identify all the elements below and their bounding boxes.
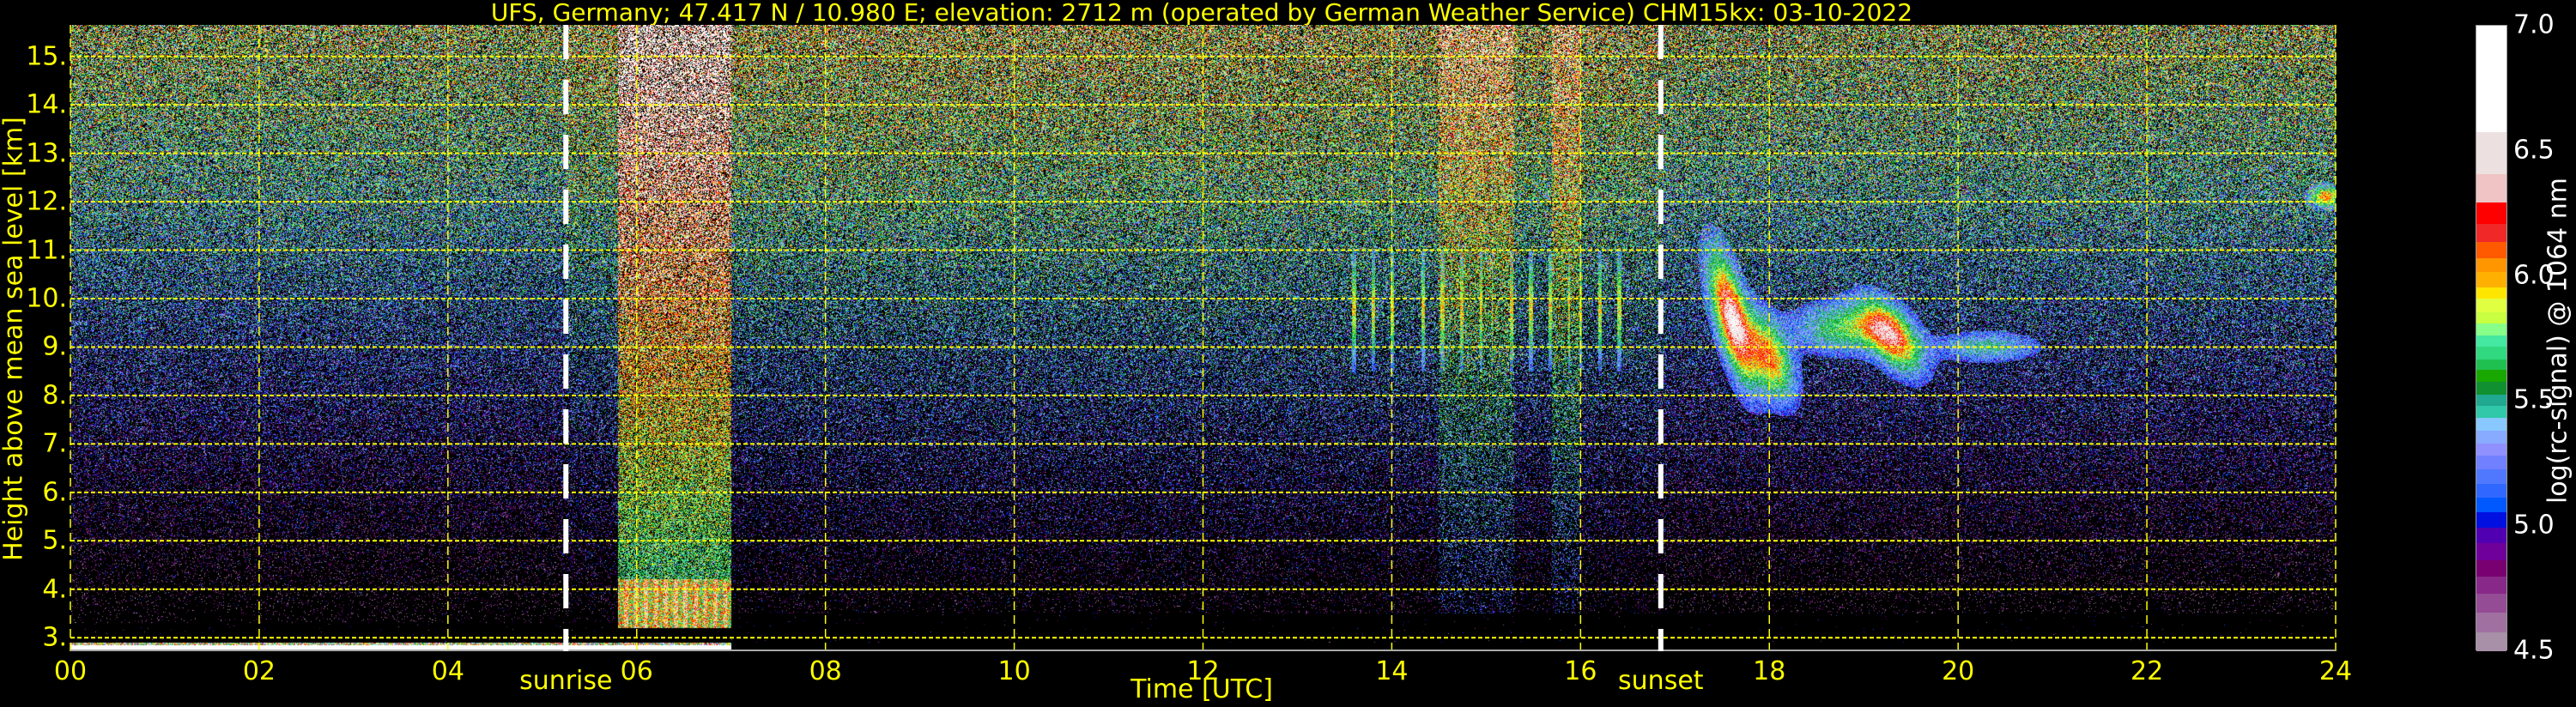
colorbar-segment — [2476, 417, 2506, 431]
colorbar-segment — [2476, 26, 2506, 132]
colorbar-segment — [2476, 346, 2506, 360]
y-tick-label: 14. — [26, 89, 67, 120]
colorbar-segment — [2476, 173, 2506, 203]
y-tick-label: 6. — [42, 477, 67, 508]
x-tick-label: 22 — [2130, 656, 2164, 686]
colorbar-segment — [2476, 369, 2506, 383]
y-tick-label: 15. — [26, 41, 67, 72]
x-tick-label: 10 — [997, 656, 1031, 686]
colorbar-segment — [2476, 430, 2506, 444]
x-tick-label: 04 — [431, 656, 464, 686]
y-tick-label: 4. — [42, 574, 67, 605]
colorbar-segment — [2476, 527, 2506, 543]
colorbar-segment — [2476, 241, 2506, 259]
x-tick-label: 06 — [620, 656, 653, 686]
colorbar-segment — [2476, 483, 2506, 499]
colorbar-segment — [2476, 335, 2506, 347]
colorbar-label: log(rc-signal) @ 1064 nm — [2543, 177, 2573, 505]
colorbar-tick-label: 7.0 — [2513, 9, 2555, 40]
x-tick-label: 20 — [1942, 656, 1975, 686]
colorbar-segment — [2476, 287, 2506, 299]
colorbar-tick-label: 4.5 — [2513, 635, 2555, 666]
y-tick-label: 7. — [42, 428, 67, 459]
plot-overlay — [70, 25, 2337, 651]
y-tick-label: 5. — [42, 525, 67, 556]
colorbar-segment — [2476, 443, 2506, 456]
x-tick-label: 18 — [1753, 656, 1786, 686]
colorbar-segment — [2476, 559, 2506, 577]
colorbar-segment — [2476, 455, 2506, 470]
y-axis-label: Height above mean sea level [km] — [0, 117, 29, 561]
colorbar-tick-label: 6.5 — [2513, 135, 2555, 166]
colorbar-segment — [2476, 405, 2506, 419]
x-tick-label: 08 — [809, 656, 842, 686]
colorbar-segment — [2476, 323, 2506, 335]
y-tick-label: 10. — [26, 283, 67, 314]
colorbar-segment — [2476, 542, 2506, 560]
chart-title: UFS, Germany; 47.417 N / 10.980 E; eleva… — [490, 0, 1913, 27]
colorbar-segment — [2476, 394, 2506, 407]
colorbar-segment — [2476, 593, 2506, 613]
colorbar-segment — [2476, 359, 2506, 371]
x-axis-label: Time [UTC] — [1130, 674, 1273, 704]
sunset-label: sunset — [1618, 666, 1704, 696]
y-tick-label: 8. — [42, 380, 67, 411]
colorbar-segment — [2476, 612, 2506, 633]
colorbar-segment — [2476, 202, 2506, 224]
y-tick-label: 9. — [42, 331, 67, 362]
colorbar-tick-label: 5.0 — [2513, 510, 2555, 541]
plot-area — [70, 25, 2337, 651]
colorbar — [2476, 25, 2507, 652]
colorbar-segment — [2476, 223, 2506, 242]
colorbar-segment — [2476, 576, 2506, 595]
colorbar-segment — [2476, 298, 2506, 312]
colorbar-segment — [2476, 497, 2506, 513]
colorbar-segment — [2476, 271, 2506, 287]
colorbar-segment — [2476, 131, 2506, 175]
colorbar-segment — [2476, 468, 2506, 484]
x-tick-label: 00 — [53, 656, 88, 686]
y-tick-label: 12. — [26, 186, 67, 217]
colorbar-segment — [2476, 311, 2506, 324]
y-tick-label: 11. — [26, 235, 67, 266]
x-tick-label: 16 — [1564, 656, 1597, 686]
x-tick-label: 02 — [242, 656, 276, 686]
colorbar-segment — [2476, 511, 2506, 528]
y-tick-label: 13. — [26, 138, 67, 169]
y-tick-label: 3. — [42, 622, 67, 653]
sunrise-label: sunrise — [519, 666, 613, 696]
colorbar-segment — [2476, 257, 2506, 273]
x-tick-label: 14 — [1375, 656, 1409, 686]
colorbar-segment — [2476, 631, 2506, 652]
colorbar-segment — [2476, 381, 2506, 396]
x-tick-label: 24 — [2318, 656, 2353, 686]
